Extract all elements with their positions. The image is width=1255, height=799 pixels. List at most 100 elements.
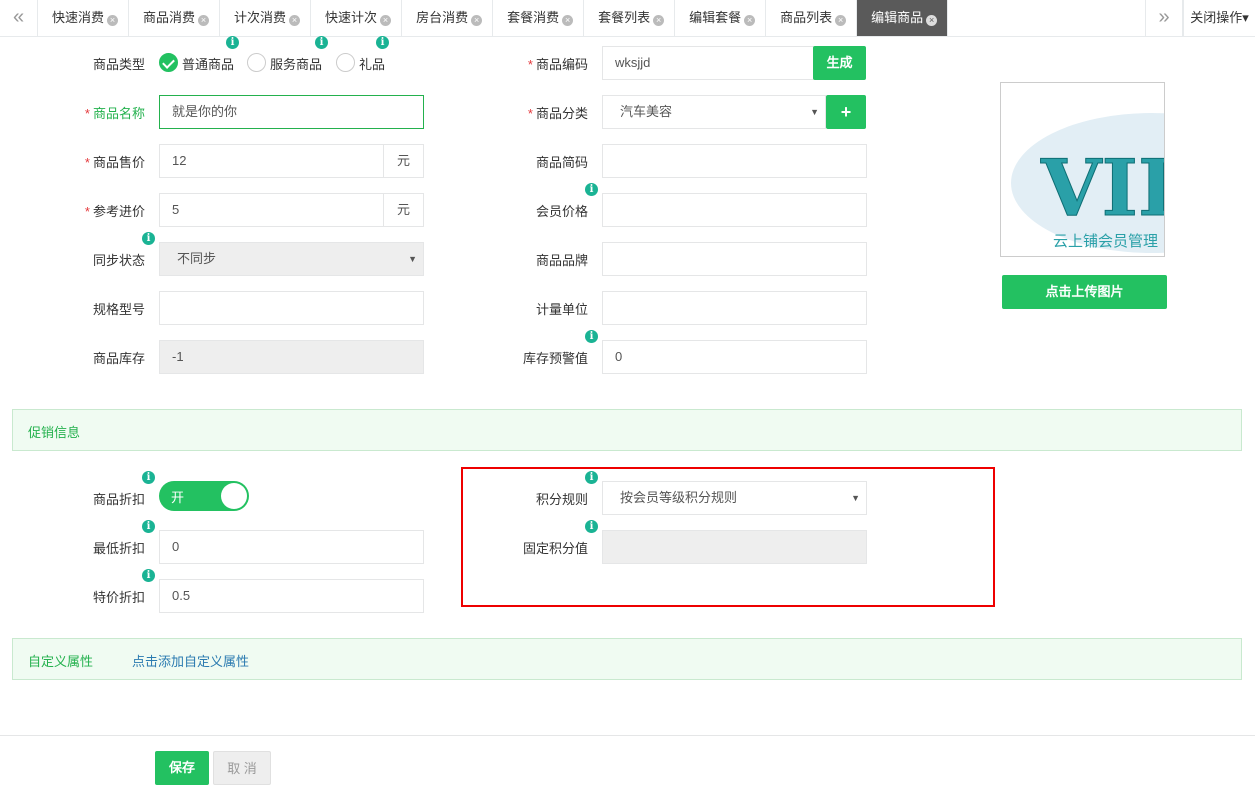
tab-bar: « 快速消费 × 商品消费 × 计次消费 × 快速计次 × 房台消费 × 套餐消费 × 套餐…	[0, 0, 1255, 37]
custom-attributes-header: 自定义属性 点击添加自定义属性	[12, 638, 1242, 680]
info-icon[interactable]: i	[585, 183, 598, 196]
tab-room-consume[interactable]: 房台消费 ×	[402, 0, 494, 36]
tab-product-consume[interactable]: 商品消费 ×	[129, 0, 221, 36]
info-icon[interactable]: i	[226, 36, 239, 49]
sale-price-unit: 元	[384, 144, 424, 178]
close-icon[interactable]: ×	[835, 15, 847, 26]
discount-label: 商品折扣	[92, 492, 145, 507]
tab-label: 套餐列表	[598, 10, 651, 25]
info-icon[interactable]: i	[315, 36, 328, 49]
tab-label: 套餐消费	[507, 10, 560, 25]
radio-gift[interactable]	[336, 53, 355, 72]
unit-label: 计量单位	[535, 302, 588, 317]
tabs-scroll-left-button[interactable]: «	[0, 0, 38, 36]
stock-alert-label: 库存预警值	[522, 351, 588, 366]
tab-label: 快速消费	[52, 10, 105, 25]
radio-service-label: 服务商品	[270, 57, 323, 72]
product-name-input[interactable]: 就是你的你	[159, 95, 424, 129]
tab-label: 编辑套餐	[689, 10, 742, 25]
product-type-label: 商品类型	[92, 57, 145, 72]
short-code-label: 商品简码	[535, 155, 588, 170]
close-icon[interactable]: ×	[653, 15, 665, 26]
unit-input[interactable]	[602, 291, 867, 325]
highlight-box	[461, 467, 995, 607]
sale-price-label: * 商品售价	[84, 155, 145, 170]
radio-service-product[interactable]	[247, 53, 266, 72]
tab-quick-count[interactable]: 快速计次 ×	[311, 0, 403, 36]
info-icon[interactable]: i	[142, 520, 155, 533]
tab-edit-package[interactable]: 编辑套餐 ×	[675, 0, 767, 36]
radio-normal-label: 普通商品	[182, 57, 235, 72]
sync-status-select[interactable]: 不同步 ▼	[159, 242, 424, 276]
generate-code-button[interactable]: 生成	[813, 46, 866, 80]
tab-package-list[interactable]: 套餐列表 ×	[584, 0, 676, 36]
tab-package-consume[interactable]: 套餐消费 ×	[493, 0, 585, 36]
radio-normal-product[interactable]	[159, 53, 178, 72]
close-icon[interactable]: ×	[744, 15, 756, 26]
category-value: 汽车美容	[620, 104, 673, 119]
close-icon[interactable]: ×	[198, 15, 210, 26]
tab-product-list[interactable]: 商品列表 ×	[766, 0, 858, 36]
product-code-label: * 商品编码	[527, 57, 588, 72]
close-icon[interactable]: ×	[289, 15, 301, 26]
discount-toggle[interactable]: 开	[159, 481, 249, 511]
brand-input[interactable]	[602, 242, 867, 276]
close-icon[interactable]: ×	[562, 15, 574, 26]
close-icon[interactable]: ×	[926, 15, 938, 26]
sale-price-input[interactable]: 12	[159, 144, 384, 178]
upload-image-button[interactable]: 点击上传图片	[1002, 275, 1167, 309]
stock-alert-input[interactable]: 0	[602, 340, 867, 374]
short-code-input[interactable]	[602, 144, 867, 178]
promo-section-header: 促销信息	[12, 409, 1242, 451]
tab-label: 快速计次	[325, 10, 378, 25]
close-icon[interactable]: ×	[380, 15, 392, 26]
cost-price-input[interactable]: 5	[159, 193, 384, 227]
tab-label: 计次消费	[234, 10, 287, 25]
sync-status-label: 同步状态	[92, 253, 145, 268]
add-custom-attribute-link[interactable]: 点击添加自定义属性	[132, 651, 249, 670]
special-discount-input[interactable]: 0.5	[159, 579, 424, 613]
close-icon[interactable]: ×	[107, 15, 119, 26]
tab-edit-product[interactable]: 编辑商品 ×	[857, 0, 949, 36]
toggle-text: 开	[171, 490, 185, 505]
promo-title: 促销信息	[28, 425, 81, 440]
stock-label: 商品库存	[92, 351, 145, 366]
min-discount-input[interactable]: 0	[159, 530, 424, 564]
member-price-label: 会员价格	[535, 204, 588, 219]
spec-model-label: 规格型号	[92, 302, 145, 317]
cancel-button[interactable]: 取 消	[213, 751, 271, 785]
tab-count-consume[interactable]: 计次消费 ×	[220, 0, 312, 36]
toggle-knob	[221, 483, 247, 509]
info-icon[interactable]: i	[142, 232, 155, 245]
add-category-button[interactable]: +	[826, 95, 866, 129]
close-operations-dropdown[interactable]: 关闭操作▾	[1183, 0, 1255, 36]
chevron-down-icon: ▼	[810, 107, 819, 117]
min-discount-label: 最低折扣	[92, 541, 145, 556]
close-icon[interactable]: ×	[471, 15, 483, 26]
member-price-input[interactable]	[602, 193, 867, 227]
info-icon[interactable]: i	[142, 471, 155, 484]
save-button[interactable]: 保存	[155, 751, 209, 785]
stock-input: -1	[159, 340, 424, 374]
tab-quick-consume[interactable]: 快速消费 ×	[38, 0, 130, 36]
product-image: VII 云上铺会员管理	[1011, 113, 1165, 253]
radio-gift-label: 礼品	[359, 57, 386, 72]
cost-price-label: * 参考进价	[84, 204, 145, 219]
product-image-preview: VII 云上铺会员管理	[1000, 82, 1165, 257]
category-select[interactable]: 汽车美容 ▼	[602, 95, 826, 129]
logo-text: VII	[1040, 143, 1165, 234]
tab-label: 房台消费	[416, 10, 469, 25]
category-label: * 商品分类	[527, 106, 588, 121]
tab-label: 商品列表	[780, 10, 833, 25]
spec-model-input[interactable]	[159, 291, 424, 325]
info-icon[interactable]: i	[142, 569, 155, 582]
info-icon[interactable]: i	[376, 36, 389, 49]
product-code-input[interactable]: wksjjd	[602, 46, 814, 80]
info-icon[interactable]: i	[585, 330, 598, 343]
tabs-scroll-right-button[interactable]: »	[1145, 0, 1183, 36]
tab-label: 商品消费	[143, 10, 196, 25]
tab-label: 编辑商品	[871, 10, 924, 25]
logo-caption: 云上铺会员管理	[1053, 232, 1158, 250]
divider	[0, 735, 1255, 736]
custom-attributes-title: 自定义属性	[28, 654, 94, 669]
